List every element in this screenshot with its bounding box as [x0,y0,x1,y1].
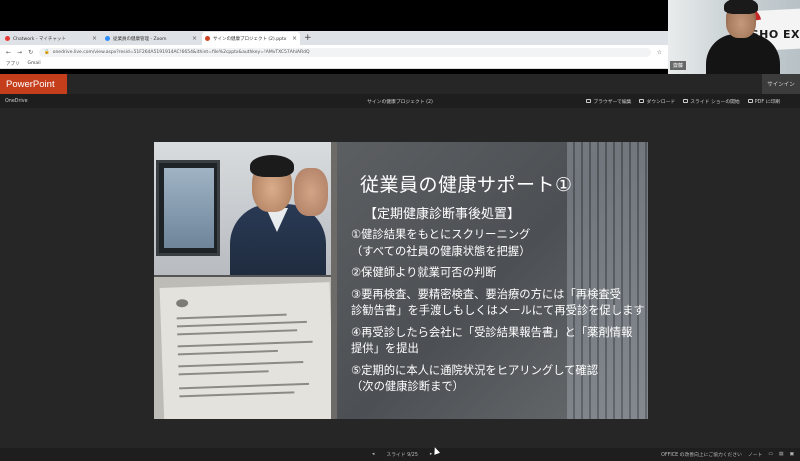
close-icon[interactable]: × [192,35,197,42]
webcam-video: SHO EX 齋藤 [668,0,800,74]
browser-tab-zoom[interactable]: 従業員の健康管理 - Zoom × [102,32,200,45]
tab-label: 従業員の健康管理 - Zoom [113,36,167,42]
monitor-screen [164,168,214,248]
pencil-icon [586,99,592,103]
app-header: PowerPoint サインイン [0,74,800,94]
reload-icon[interactable]: ↻ [28,49,33,56]
bullet-line: ⑤定期的に本人に通院状況をヒアリングして確認 [351,363,599,377]
print-pdf-button[interactable]: PDF に印刷 [747,98,780,105]
paper-image [159,282,331,419]
bookmark-gmail[interactable]: Gmail [28,61,41,66]
download-icon [639,99,645,103]
slide-title: 従業員の健康サポート① [360,174,573,196]
paper-line [178,370,269,375]
back-icon[interactable]: ← [6,49,11,56]
paper-line [177,340,313,347]
action-label: PDF に印刷 [754,99,780,105]
chatwork-favicon-icon [5,36,10,41]
start-slideshow-button[interactable]: スライド ショーの開始 [683,98,740,105]
slide: 従業員の健康サポート① 【定期健康診断事後処置】 ①健診結果をもとにスクリーニン… [154,142,648,419]
status-bar: ◂ スライド 9/25 ▸ OFFICE の改善向上にご協力ください ノート ▭… [0,448,800,461]
participant-name-label: 齋藤 [670,61,687,70]
forward-icon[interactable]: → [17,49,22,56]
worker-hair [250,155,294,177]
reading-view-icon[interactable]: ▤ [779,452,784,457]
normal-view-icon[interactable]: ▭ [768,452,773,457]
new-tab-button[interactable]: + [300,32,316,45]
bullet-line: （すべての社員の健康状態を把握） [351,244,531,258]
paper-line [179,391,295,397]
slide-subtitle: 【定期健康診断事後処置】 [364,207,521,222]
tab-label: Chatwork - マイチャット [13,36,66,42]
document-photo [154,277,331,419]
address-bar: ← → ↻ 🔒 onedrive.live.com/view.aspx?resi… [0,45,668,59]
app-brand[interactable]: PowerPoint [0,74,67,94]
action-label: ダウンロード [646,99,676,105]
bullet-line: ③要再検査、要精密検査、要治療の方には「再検査受 [351,287,621,301]
bullet-line: ④再受診したら会社に「受診結果報告書」と「薬剤情報 [351,325,633,339]
paper-line [177,329,298,335]
toolbar: OneDrive サインの健康プロジェクト (2) ブラウザーで編集 ダウンロー… [0,94,800,108]
feedback-link[interactable]: OFFICE の改善向上にご協力ください [661,451,742,458]
bullet-line: ①健診結果をもとにスクリーニング [351,228,531,241]
person-hair [724,0,758,14]
edit-in-browser-button[interactable]: ブラウザーで編集 [586,98,631,105]
zoom-favicon-icon [105,36,110,41]
notes-button[interactable]: ノート [748,451,762,458]
lock-icon: 🔒 [44,49,50,55]
url-input[interactable]: 🔒 onedrive.live.com/view.aspx?resid=51F2… [39,47,651,57]
printer-icon [747,99,753,103]
bullet-line: 診勧告書」を手渡しもしくはメールにて再受診を促します [351,304,645,317]
paper-line [176,320,307,327]
worker-hand [294,168,328,216]
bullet-line: 提供」を提出 [351,342,419,355]
person-body [706,34,780,74]
browser-tab-bar: Chatwork - マイチャット × 従業員の健康管理 - Zoom × サイ… [0,31,668,45]
browser-tab-powerpoint[interactable]: サインの健康プロジェクト (2).pptx × [202,32,300,45]
bookmark-apps[interactable]: アプリ [6,61,20,67]
paper-line [177,349,278,355]
bookmarks-bar: アプリ Gmail [0,59,668,69]
slideshow-icon [683,99,689,103]
browser-tab-chatwork[interactable]: Chatwork - マイチャット × [2,32,100,45]
paper-line [178,361,304,367]
action-label: ブラウザーで編集 [593,99,632,105]
toolbar-actions: ブラウザーで編集 ダウンロード スライド ショーの開始 PDF に印刷 [586,98,780,105]
powerpoint-favicon-icon [205,36,210,41]
screen: Chatwork - マイチャット × 従業員の健康管理 - Zoom × サイ… [0,0,800,461]
status-right: OFFICE の改善向上にご協力ください ノート ▭ ▤ ▣ [661,448,794,461]
star-icon[interactable]: ☆ [657,49,662,56]
monitor-image [156,160,220,256]
signin-button[interactable]: サインイン [762,74,800,94]
tab-label: サインの健康プロジェクト (2).pptx [213,36,287,42]
download-button[interactable]: ダウンロード [639,98,675,105]
office-worker-photo [154,142,331,275]
paper-line [176,313,287,319]
action-label: スライド ショーの開始 [690,99,740,105]
stamp-mark [176,299,189,308]
slideshow-view-icon[interactable]: ▣ [789,452,794,457]
bullet-line: （次の健康診断まで） [351,380,464,393]
bullet-line: ②保健師より就業可否の判断 [351,266,497,279]
slide-counter-label: スライド 9/25 [386,453,418,458]
url-text: onedrive.live.com/view.aspx?resid=51F264… [52,49,310,55]
next-slide-button[interactable]: ▸ [430,452,432,457]
paper-line [179,382,310,389]
previous-slide-button[interactable]: ◂ [372,452,374,457]
slide-navigation: ◂ スライド 9/25 ▸ [372,448,432,461]
close-icon[interactable]: × [92,35,97,42]
slide-bullet-list: ①健診結果をもとにスクリーニング （すべての社員の健康状態を把握） ②保健師より… [351,227,645,401]
close-icon[interactable]: × [292,35,297,42]
